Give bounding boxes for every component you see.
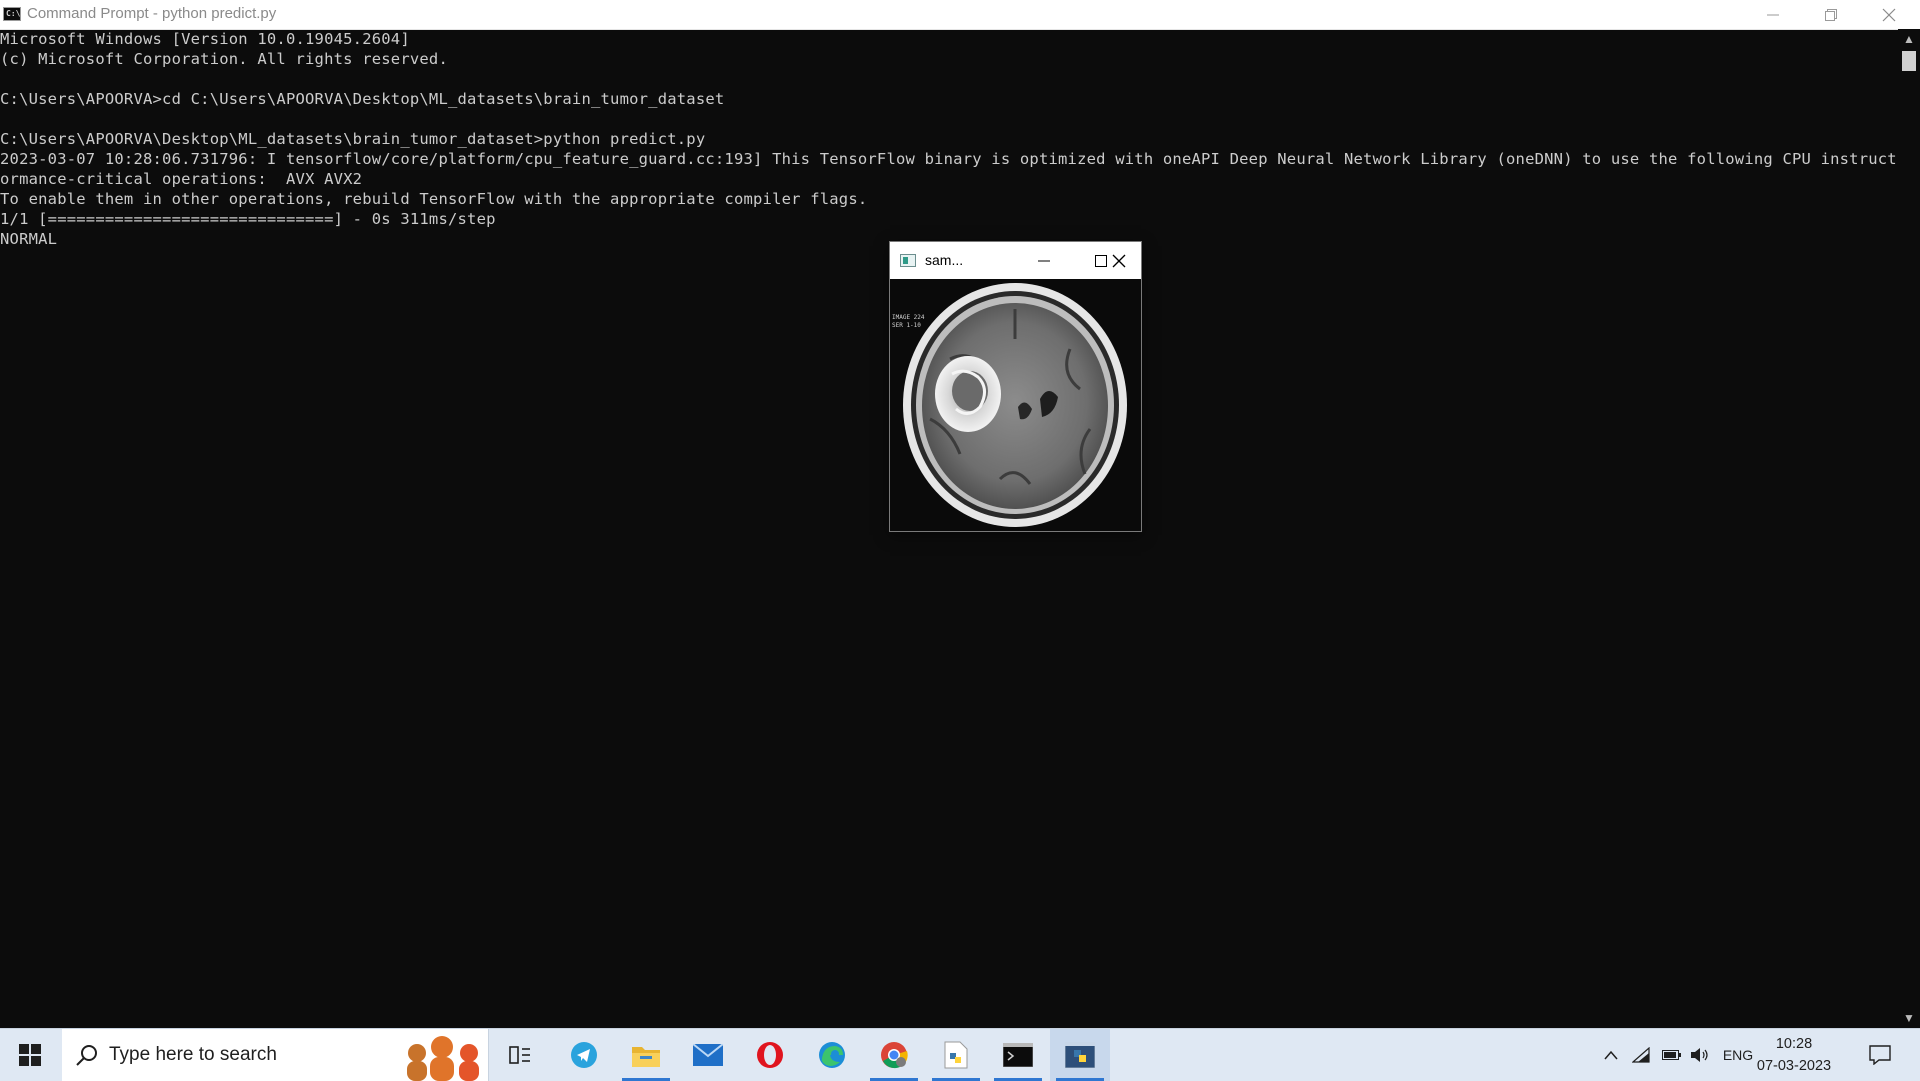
console-line: 2023-03-07 10:28:06.731796: I tensorflow…: [0, 150, 1898, 168]
taskbar: Type here to search ENG 10:28 07-03-2023: [0, 1028, 1920, 1081]
brain-mri-image: IMAGE 224 SER 1-10: [890, 279, 1141, 531]
taskbar-opera[interactable]: [740, 1029, 800, 1081]
close-icon: [1882, 8, 1896, 21]
battery-icon: [1662, 1050, 1681, 1060]
network-button[interactable]: [1630, 1029, 1652, 1081]
wifi-icon: [1632, 1047, 1650, 1063]
task-view-icon: [509, 1046, 530, 1064]
close-button[interactable]: [1860, 0, 1918, 29]
image-window-titlebar[interactable]: sam...: [890, 242, 1141, 279]
console-line: [0, 69, 1898, 89]
console-line: ormance-critical operations: AVX AVX2: [0, 170, 363, 188]
taskbar-telegram[interactable]: [554, 1029, 614, 1081]
mail-icon: [693, 1044, 723, 1066]
scroll-down-arrow-icon[interactable]: ▼: [1898, 1008, 1920, 1028]
image-preview-window[interactable]: sam... IMAGE 224 SER 1-10: [890, 242, 1141, 531]
show-hidden-icons-button[interactable]: [1600, 1029, 1622, 1081]
mri-scan-picture: IMAGE 224 SER 1-10: [890, 279, 1141, 531]
minimize-icon: [1767, 14, 1779, 15]
volume-button[interactable]: [1688, 1029, 1712, 1081]
image-window-title: sam...: [925, 252, 964, 268]
console-line: [0, 109, 1898, 129]
opera-icon: [757, 1042, 783, 1068]
mri-annotation-text: SER 1-10: [892, 322, 921, 329]
speaker-icon: [1691, 1048, 1708, 1062]
search-placeholder: Type here to search: [109, 1044, 277, 1065]
restore-icon: [1825, 8, 1837, 21]
taskbar-file-explorer[interactable]: [616, 1029, 676, 1081]
python-file-icon: [944, 1041, 968, 1069]
edge-icon: [819, 1042, 845, 1068]
mri-annotation-text: IMAGE 224: [892, 314, 925, 321]
console-line: (c) Microsoft Corporation. All rights re…: [0, 50, 448, 68]
notification-icon: [1869, 1045, 1891, 1065]
taskbar-mail[interactable]: [678, 1029, 738, 1081]
command-prompt-icon: C:\: [3, 7, 21, 21]
console-line: To enable them in other operations, rebu…: [0, 190, 868, 208]
chevron-up-icon: [1604, 1050, 1618, 1060]
clock-time: 10:28: [1775, 1036, 1813, 1052]
command-prompt-icon: [1003, 1043, 1033, 1067]
minimize-icon: [1038, 260, 1050, 262]
image-window-icon: [900, 254, 916, 267]
taskbar-python-launcher[interactable]: [926, 1029, 986, 1081]
taskbar-task-view[interactable]: [490, 1029, 550, 1081]
window-title: Command Prompt - python predict.py: [27, 5, 277, 22]
notifications-button[interactable]: [1860, 1029, 1900, 1081]
clock[interactable]: 10:28 07-03-2023: [1744, 1033, 1844, 1077]
taskbar-python[interactable]: [1050, 1029, 1110, 1081]
battery-button[interactable]: [1660, 1029, 1684, 1081]
scrollbar-thumb[interactable]: [1902, 51, 1916, 71]
start-button[interactable]: [0, 1029, 60, 1081]
telegram-icon: [571, 1042, 597, 1068]
search-icon: [76, 1045, 97, 1066]
vertical-scrollbar[interactable]: ▲ ▼: [1898, 29, 1920, 1028]
file-explorer-icon: [632, 1047, 660, 1067]
windows-logo-icon: [19, 1044, 41, 1066]
minimize-button[interactable]: [1744, 0, 1802, 29]
console-line: C:\Users\APOORVA>cd C:\Users\APOORVA\Des…: [0, 90, 725, 108]
taskbar-edge[interactable]: [802, 1029, 862, 1081]
taskbar-chrome[interactable]: [864, 1029, 924, 1081]
chrome-icon: [881, 1042, 908, 1069]
search-box[interactable]: Type here to search: [62, 1029, 489, 1081]
console-line: Microsoft Windows [Version 10.0.19045.26…: [0, 30, 410, 48]
console-line: C:\Users\APOORVA\Desktop\ML_datasets\bra…: [0, 130, 706, 148]
console-line: 1/1 [==============================] - 0…: [0, 210, 496, 228]
restore-button[interactable]: [1802, 0, 1860, 29]
taskbar-command-prompt[interactable]: [988, 1029, 1048, 1081]
search-highlight-illustration-icon: [407, 1036, 479, 1081]
image-window-minimize-button[interactable]: [1026, 249, 1062, 273]
close-icon: [1112, 254, 1126, 268]
console-titlebar[interactable]: C:\ Command Prompt - python predict.py: [0, 0, 1920, 30]
image-window-close-button[interactable]: [1101, 249, 1137, 273]
clock-date: 07-03-2023: [1756, 1058, 1832, 1074]
python-window-icon: [1065, 1042, 1095, 1068]
scroll-up-arrow-icon[interactable]: ▲: [1898, 29, 1920, 49]
